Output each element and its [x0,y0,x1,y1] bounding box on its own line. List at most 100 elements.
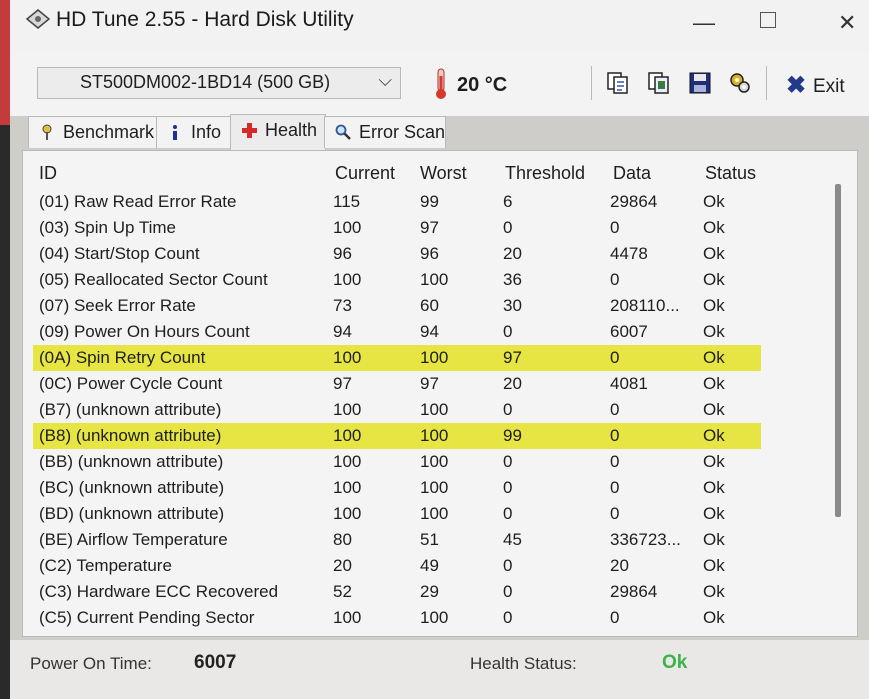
cell-threshold: 36 [503,270,522,289]
cell-data: 0 [610,452,620,471]
table-row[interactable]: (07) Seek Error Rate 73 60 30 208110... Ok [33,293,761,319]
cell-current: 96 [333,244,352,263]
cell-current: 100 [333,270,362,289]
chevron-down-icon: ⌵ [378,70,392,90]
tab-benchmark[interactable]: Benchmark [28,116,158,148]
cell-status: Ok [703,270,725,289]
tab-label: Health [265,120,318,140]
cell-id: (05) Reallocated Sector Count [39,270,268,289]
column-header-id[interactable]: ID [39,163,57,184]
table-row[interactable]: (C5) Current Pending Sector 100 100 0 0 Ok [33,605,761,631]
options-icon[interactable] [728,71,752,95]
table-row[interactable]: (BC) (unknown attribute) 100 100 0 0 Ok [33,475,761,501]
table-row[interactable]: (01) Raw Read Error Rate 115 99 6 29864 Ok [33,189,761,215]
cell-data: 0 [610,478,620,497]
cell-data: 0 [610,400,620,419]
table-row[interactable]: (BD) (unknown attribute) 100 100 0 0 Ok [33,501,761,527]
cell-status: Ok [703,374,725,393]
cell-threshold: 0 [503,582,513,601]
cell-current: 100 [333,608,362,627]
table-row[interactable]: (C2) Temperature 20 49 0 20 Ok [33,553,761,579]
cell-id: (BD) (unknown attribute) [39,504,225,523]
power-on-time-label: Power On Time: [30,654,152,673]
table-row[interactable]: (B8) (unknown attribute) 100 100 99 0 Ok [33,423,761,449]
tab-label: Benchmark [63,122,155,142]
smart-attributes-table: ID Current Worst Threshold Data Status (… [22,150,858,637]
cell-threshold: 45 [503,530,522,549]
table-row[interactable]: (03) Spin Up Time 100 97 0 0 Ok [33,215,761,241]
cell-worst: 100 [420,270,449,289]
cell-id: (C5) Current Pending Sector [39,608,255,627]
cell-threshold: 0 [503,452,513,471]
cell-data: 0 [610,608,620,627]
cell-worst: 97 [420,374,439,393]
health-icon [242,123,257,138]
temperature-readout: 20 °C [457,74,508,96]
cell-data: 20 [610,556,629,575]
save-icon[interactable] [688,71,712,95]
drive-select[interactable]: ST500DM002-1BD14 (500 GB) ⌵ [37,67,401,99]
table-row[interactable]: (BB) (unknown attribute) 100 100 0 0 Ok [33,449,761,475]
minimize-button[interactable]: — [693,10,715,36]
cell-data: 0 [610,218,620,237]
cell-worst: 51 [420,530,439,549]
thermometer-icon [436,68,446,99]
cell-status: Ok [703,608,725,627]
cell-id: (01) Raw Read Error Rate [39,192,237,211]
exit-label: Exit [813,76,845,97]
cell-data: 0 [610,426,620,445]
cell-status: Ok [703,582,725,601]
cell-threshold: 0 [503,556,513,575]
cell-threshold: 99 [503,426,522,445]
cell-threshold: 6 [503,192,513,211]
cell-id: (B7) (unknown attribute) [39,400,222,419]
cell-threshold: 0 [503,478,513,497]
cell-data: 6007 [610,322,648,341]
cell-threshold: 0 [503,400,513,419]
tab-health[interactable]: Health [230,114,326,150]
tab-error-scan[interactable]: Error Scan [324,116,446,148]
column-header-data[interactable]: Data [613,163,651,184]
table-row[interactable]: (B7) (unknown attribute) 100 100 0 0 Ok [33,397,761,423]
cell-data: 0 [610,348,620,367]
cell-id: (07) Seek Error Rate [39,296,196,315]
cell-id: (BC) (unknown attribute) [39,478,225,497]
title-bar[interactable]: HD Tune 2.55 - Hard Disk Utility — ✕ [10,0,869,54]
cell-id: (C3) Hardware ECC Recovered [39,582,279,601]
cell-current: 80 [333,530,352,549]
tab-info[interactable]: Info [156,116,232,148]
magnifier-icon [335,124,351,140]
table-row[interactable]: (C3) Hardware ECC Recovered 52 29 0 29864 Ok [33,579,761,605]
copy-screenshot-icon[interactable] [647,71,671,95]
tab-label: Info [191,122,222,142]
exit-x-icon: ✖ [786,72,807,99]
cell-status: Ok [703,452,725,471]
column-header-status[interactable]: Status [705,163,756,184]
cell-id: (04) Start/Stop Count [39,244,200,263]
copy-text-icon[interactable] [606,71,630,95]
cell-id: (C2) Temperature [39,556,172,575]
table-row[interactable]: (0C) Power Cycle Count 97 97 20 4081 Ok [33,371,761,397]
toolbar-separator [591,66,592,100]
table-row[interactable]: (05) Reallocated Sector Count 100 100 36 0 Ok [33,267,761,293]
maximize-button[interactable] [760,8,776,34]
cell-status: Ok [703,322,725,341]
column-header-worst[interactable]: Worst [420,163,467,184]
table-row[interactable]: (0A) Spin Retry Count 100 100 97 0 Ok [33,345,761,371]
health-status-label: Health Status: [470,654,577,673]
cell-worst: 100 [420,400,449,419]
column-header-current[interactable]: Current [335,163,395,184]
benchmark-icon [42,124,52,140]
column-header-threshold[interactable]: Threshold [505,163,585,184]
cell-worst: 94 [420,322,439,341]
cell-status: Ok [703,478,725,497]
cell-status: Ok [703,530,725,549]
cell-threshold: 30 [503,296,522,315]
table-row[interactable]: (09) Power On Hours Count 94 94 0 6007 Ok [33,319,761,345]
table-row[interactable]: (04) Start/Stop Count 96 96 20 4478 Ok [33,241,761,267]
cell-worst: 100 [420,504,449,523]
vertical-scrollbar[interactable] [835,184,841,517]
close-button[interactable]: ✕ [838,10,856,36]
cell-threshold: 0 [503,504,513,523]
table-row[interactable]: (BE) Airflow Temperature 80 51 45 336723... O… [33,527,761,553]
